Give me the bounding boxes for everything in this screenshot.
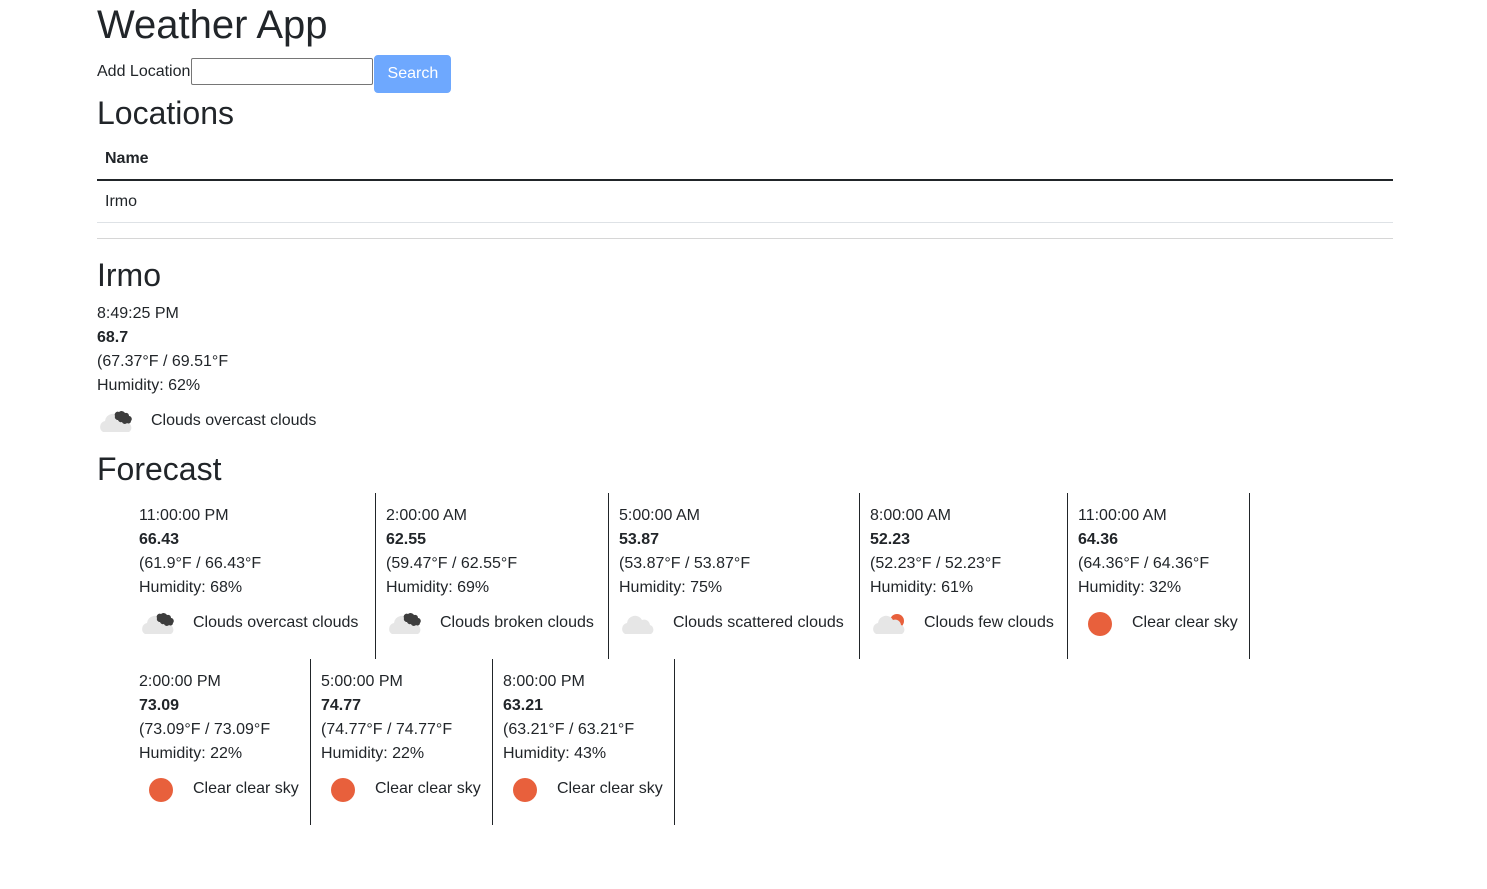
forecast-condition: Clouds broken clouds (386, 606, 598, 640)
clear-sky-icon (1078, 608, 1122, 638)
clear-sky-icon (139, 774, 183, 804)
forecast-humidity: Humidity: 68% (139, 579, 243, 596)
clear-sky-icon (503, 774, 547, 804)
forecast-row: 11:00:00 PM 66.43 (61.9°F / 66.43°F Humi… (131, 493, 1393, 659)
forecast-card: 8:00:00 PM 63.21 (63.21°F / 63.21°F Humi… (493, 659, 675, 825)
forecast-time: 2:00:00 PM (139, 673, 221, 690)
forecast-temperature: 73.09 (139, 697, 180, 714)
clear-sky-icon (321, 774, 365, 804)
forecast-temp-range: (59.47°F / 62.55°F (386, 555, 518, 572)
forecast-condition: Clear clear sky (503, 772, 664, 806)
add-location-form: Add Location Search (97, 55, 452, 93)
forecast-card: 2:00:00 AM 62.55 (59.47°F / 62.55°F Humi… (376, 493, 609, 659)
forecast-time: 5:00:00 AM (619, 507, 700, 524)
forecast-temp-range: (61.9°F / 66.43°F (139, 555, 262, 572)
forecast-condition: Clear clear sky (139, 772, 300, 806)
current-condition-label: Clouds overcast clouds (151, 412, 317, 429)
forecast-card: 5:00:00 AM 53.87 (53.87°F / 53.87°F Humi… (609, 493, 860, 659)
forecast-temperature: 64.36 (1078, 531, 1119, 548)
forecast-humidity: Humidity: 61% (870, 579, 974, 596)
forecast-temperature: 53.87 (619, 531, 660, 548)
forecast-humidity: Humidity: 43% (503, 745, 607, 762)
forecast-humidity: Humidity: 32% (1078, 579, 1182, 596)
forecast-time: 11:00:00 PM (139, 507, 229, 524)
forecast-condition-label: Clouds overcast clouds (193, 614, 359, 631)
forecast-time: 5:00:00 PM (321, 673, 403, 690)
current-condition: Clouds overcast clouds (97, 404, 316, 438)
forecast-card: 2:00:00 PM 73.09 (73.09°F / 73.09°F Humi… (131, 659, 311, 825)
overcast-clouds-icon (139, 608, 183, 638)
forecast-temp-range: (64.36°F / 64.36°F (1078, 555, 1210, 572)
forecast-condition: Clouds scattered clouds (619, 606, 849, 640)
city-title: Irmo (97, 257, 161, 293)
forecast-row: 2:00:00 PM 73.09 (73.09°F / 73.09°F Humi… (131, 659, 1393, 825)
forecast-condition-label: Clouds scattered clouds (673, 614, 844, 631)
locations-header-row: Name (97, 138, 1393, 181)
forecast-title: Forecast (97, 451, 222, 487)
forecast-temp-range: (52.23°F / 52.23°F (870, 555, 1002, 572)
forecast-time: 8:00:00 PM (503, 673, 585, 690)
locations-title: Locations (97, 95, 234, 131)
locations-table: Name Irmo (97, 138, 1393, 223)
forecast-condition-label: Clouds few clouds (924, 614, 1054, 631)
forecast-humidity: Humidity: 22% (321, 745, 425, 762)
forecast-grid: 11:00:00 PM 66.43 (61.9°F / 66.43°F Humi… (97, 493, 1393, 825)
forecast-condition: Clouds overcast clouds (139, 606, 365, 640)
forecast-humidity: Humidity: 22% (139, 745, 243, 762)
weather-page: Weather App Add Location Search Location… (0, 0, 1487, 889)
location-row[interactable]: Irmo (97, 180, 1393, 223)
section-divider (97, 238, 1393, 239)
overcast-clouds-icon (97, 406, 141, 436)
location-name-cell[interactable]: Irmo (97, 180, 1393, 223)
forecast-condition-label: Clear clear sky (193, 780, 299, 797)
forecast-condition-label: Clear clear sky (375, 780, 481, 797)
forecast-temperature: 63.21 (503, 697, 544, 714)
forecast-card: 8:00:00 AM 52.23 (52.23°F / 52.23°F Humi… (860, 493, 1068, 659)
forecast-time: 8:00:00 AM (870, 507, 951, 524)
current-time: 8:49:25 PM (97, 305, 179, 322)
forecast-temp-range: (53.87°F / 53.87°F (619, 555, 751, 572)
forecast-condition: Clear clear sky (1078, 606, 1239, 640)
few-clouds-icon (870, 608, 914, 638)
forecast-humidity: Humidity: 69% (386, 579, 490, 596)
forecast-temperature: 62.55 (386, 531, 427, 548)
forecast-card: 11:00:00 PM 66.43 (61.9°F / 66.43°F Humi… (131, 493, 376, 659)
location-input[interactable] (191, 57, 374, 85)
forecast-temp-range: (63.21°F / 63.21°F (503, 721, 635, 738)
current-temp-range: (67.37°F / 69.51°F (97, 353, 229, 370)
forecast-temperature: 66.43 (139, 531, 180, 548)
forecast-condition: Clouds few clouds (870, 606, 1057, 640)
forecast-temperature: 52.23 (870, 531, 911, 548)
app-title: Weather App (97, 3, 328, 47)
forecast-condition-label: Clouds broken clouds (440, 614, 594, 631)
forecast-card: 11:00:00 AM 64.36 (64.36°F / 64.36°F Hum… (1068, 493, 1250, 659)
add-location-label: Add Location (97, 63, 191, 80)
forecast-humidity: Humidity: 75% (619, 579, 723, 596)
current-humidity: Humidity: 62% (97, 377, 201, 394)
forecast-time: 11:00:00 AM (1078, 507, 1167, 524)
forecast-card: 5:00:00 PM 74.77 (74.77°F / 74.77°F Humi… (311, 659, 493, 825)
forecast-temp-range: (73.09°F / 73.09°F (139, 721, 271, 738)
forecast-condition-label: Clear clear sky (1132, 614, 1238, 631)
forecast-temperature: 74.77 (321, 697, 362, 714)
current-weather: 8:49:25 PM 68.7 (67.37°F / 69.51°F Humid… (97, 302, 316, 438)
broken-clouds-icon (386, 608, 430, 638)
forecast-condition: Clear clear sky (321, 772, 482, 806)
name-column-header: Name (97, 138, 1393, 181)
forecast-time: 2:00:00 AM (386, 507, 467, 524)
current-temperature: 68.7 (97, 329, 129, 346)
forecast-temp-range: (74.77°F / 74.77°F (321, 721, 453, 738)
scattered-clouds-icon (619, 608, 663, 638)
forecast-condition-label: Clear clear sky (557, 780, 663, 797)
search-button[interactable]: Search (374, 55, 452, 93)
